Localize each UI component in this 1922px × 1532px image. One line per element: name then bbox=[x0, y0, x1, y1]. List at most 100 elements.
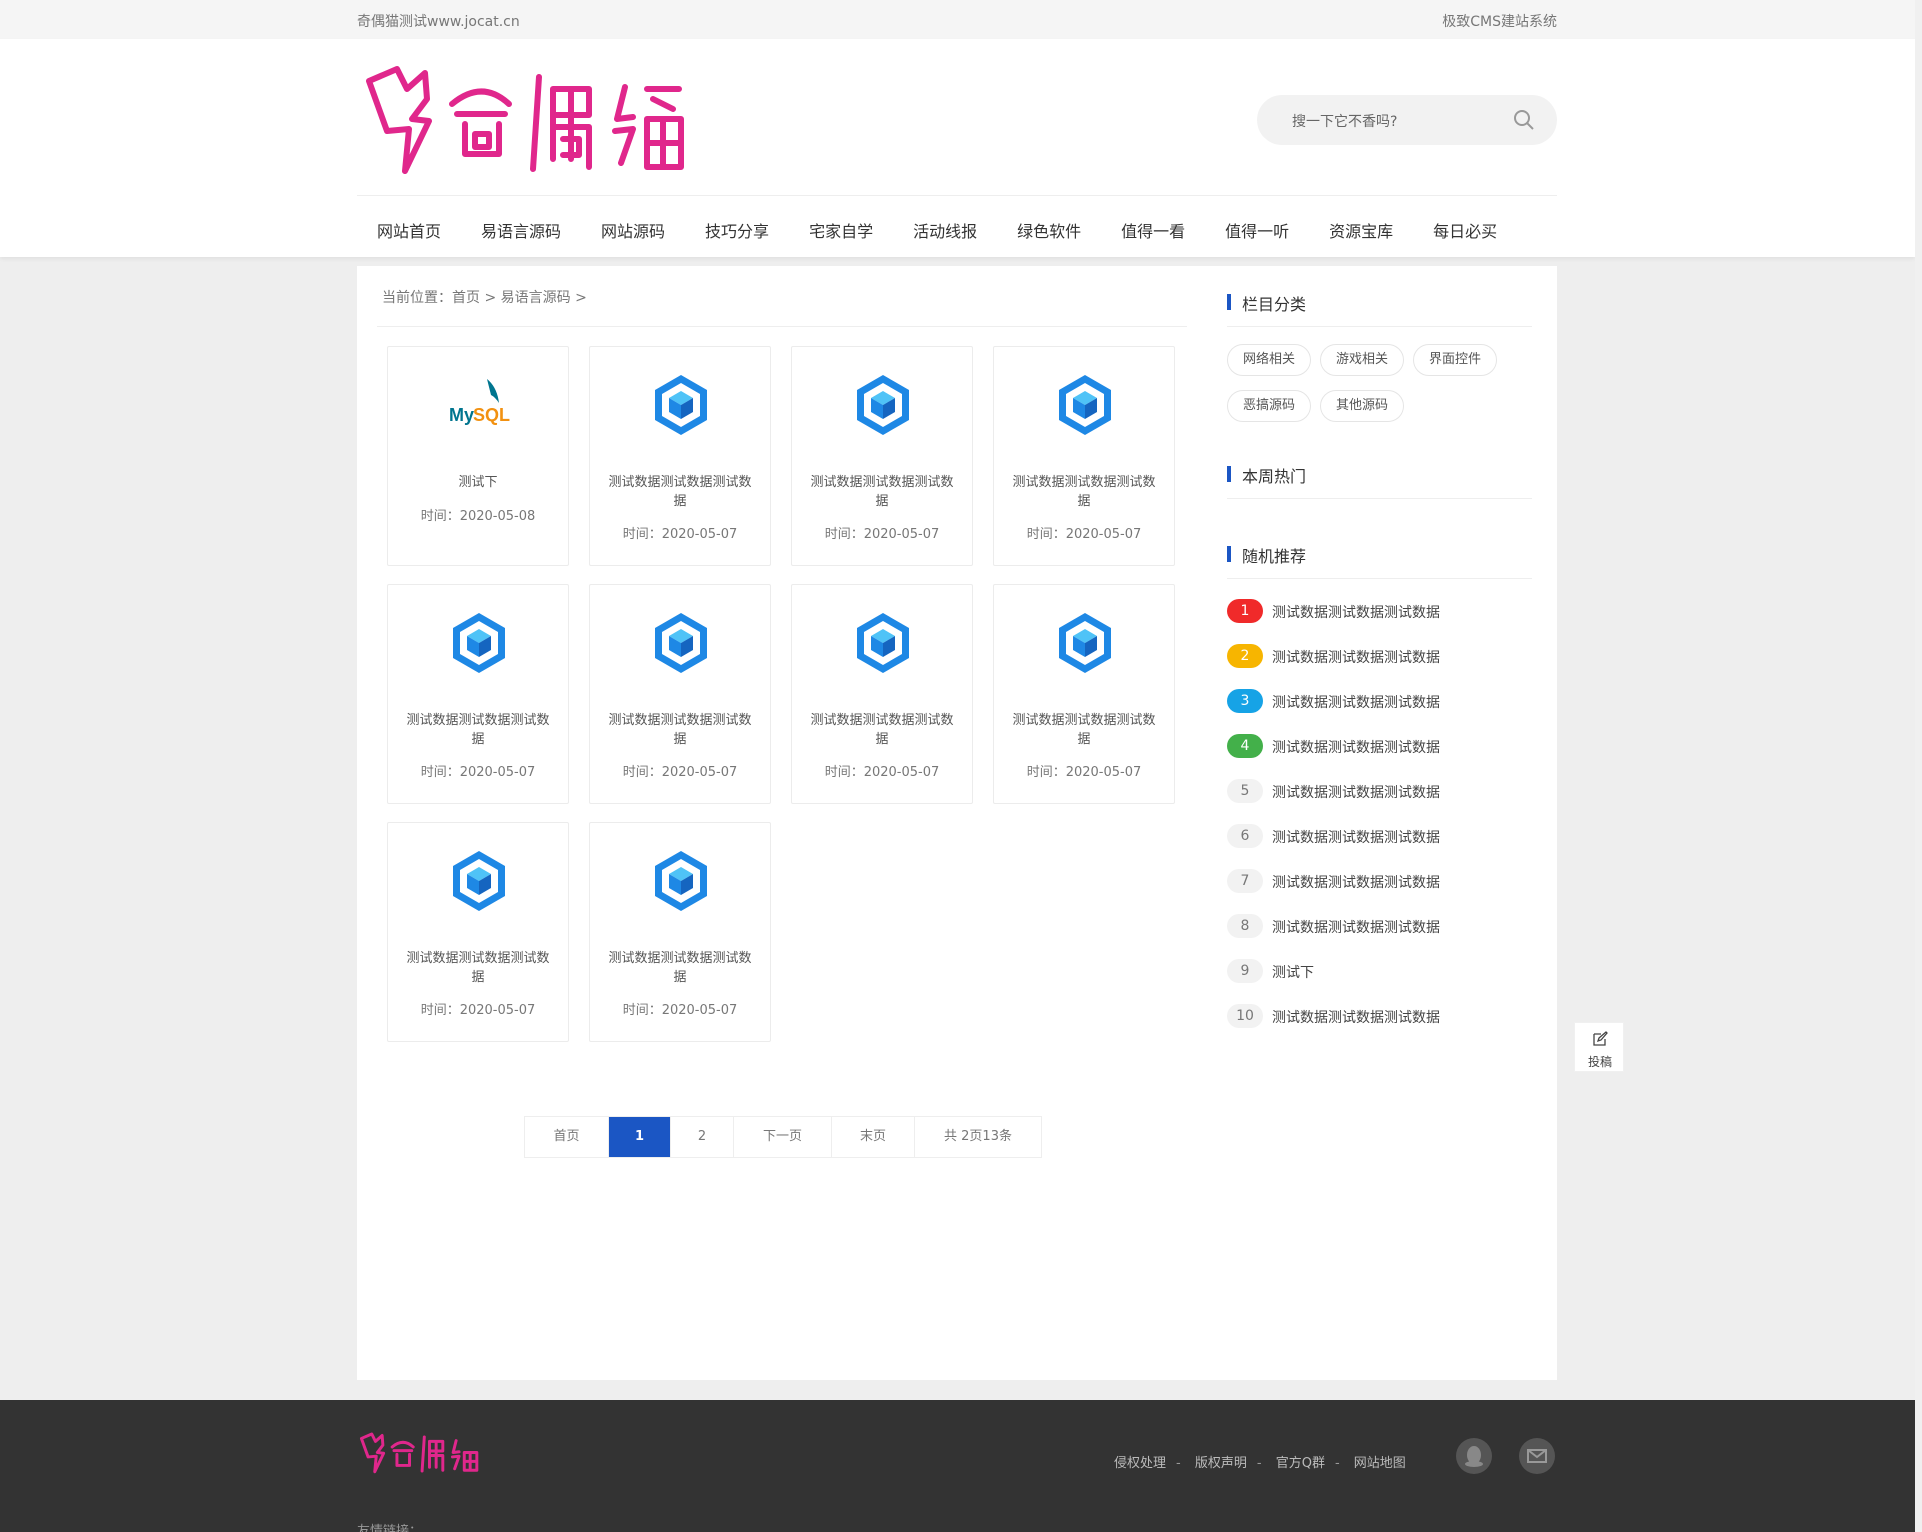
list-item-title[interactable]: 测试数据测试数据测试数据 bbox=[1272, 827, 1440, 847]
tag-prank[interactable]: 恶搞源码 bbox=[1227, 390, 1312, 422]
site-logo[interactable] bbox=[357, 59, 722, 179]
search-box[interactable]: 搜一下它不香吗? bbox=[1257, 95, 1557, 145]
list-item[interactable]: 2 测试数据测试数据测试数据 bbox=[1227, 644, 1532, 674]
nav-item-tips[interactable]: 技巧分享 bbox=[685, 196, 789, 258]
rank-badge: 4 bbox=[1227, 734, 1263, 758]
article-title[interactable]: 测试数据测试数据测试数据 bbox=[1009, 711, 1159, 749]
article-card[interactable]: My SQL 测试下 时间：2020-05-08 bbox=[387, 346, 569, 566]
list-item[interactable]: 9 测试下 bbox=[1227, 959, 1532, 989]
divider bbox=[1227, 326, 1532, 327]
submit-post-label: 投稿 bbox=[1587, 1055, 1612, 1069]
nav-item-home[interactable]: 网站首页 bbox=[357, 196, 461, 258]
article-card[interactable]: 测试数据测试数据测试数据时间：2020-05-07 bbox=[387, 584, 569, 804]
list-item[interactable]: 1 测试数据测试数据测试数据 bbox=[1227, 599, 1532, 629]
article-date: 时间：2020-05-07 bbox=[420, 765, 536, 780]
pager-last[interactable]: 末页 bbox=[832, 1117, 915, 1157]
nav-item-deals[interactable]: 活动线报 bbox=[893, 196, 997, 258]
nav-item-resources[interactable]: 资源宝库 bbox=[1309, 196, 1413, 258]
article-title[interactable]: 测试数据测试数据测试数据 bbox=[403, 949, 553, 987]
mysql-logo: MySQL bbox=[449, 379, 510, 425]
article-card[interactable]: 测试数据测试数据测试数据时间：2020-05-07 bbox=[993, 346, 1175, 566]
list-item-title[interactable]: 测试数据测试数据测试数据 bbox=[1272, 692, 1440, 712]
footer: 侵权处理 - 版权声明 - 官方Q群 - 网站地图 友情链接： bbox=[0, 1400, 1915, 1532]
footer-link-infringement[interactable]: 侵权处理 bbox=[1114, 1456, 1166, 1471]
list-item-title[interactable]: 测试数据测试数据测试数据 bbox=[1272, 872, 1440, 892]
rank-badge: 2 bbox=[1227, 644, 1263, 668]
list-item[interactable]: 6 测试数据测试数据测试数据 bbox=[1227, 824, 1532, 854]
nav-item-green-software[interactable]: 绿色软件 bbox=[997, 196, 1101, 258]
rank-badge: 3 bbox=[1227, 689, 1263, 713]
list-item-title[interactable]: 测试数据测试数据测试数据 bbox=[1272, 602, 1440, 622]
article-title[interactable]: 测试数据测试数据测试数据 bbox=[605, 473, 755, 511]
page-scrollbar[interactable] bbox=[1915, 0, 1922, 1532]
list-item[interactable]: 10 测试数据测试数据测试数据 bbox=[1227, 1004, 1532, 1034]
footer-link-sitemap[interactable]: 网站地图 bbox=[1354, 1456, 1406, 1471]
cms-link[interactable]: 极致CMS建站系统 bbox=[1442, 11, 1557, 31]
list-item-title[interactable]: 测试数据测试数据测试数据 bbox=[1272, 737, 1440, 757]
edit-icon bbox=[1593, 1031, 1608, 1046]
article-card[interactable]: 测试数据测试数据测试数据 时间：2020-05-07 bbox=[589, 822, 771, 1042]
list-item[interactable]: 4 测试数据测试数据测试数据 bbox=[1227, 734, 1532, 764]
tag-network[interactable]: 网络相关 bbox=[1227, 344, 1312, 376]
separator: - bbox=[1176, 1456, 1181, 1471]
rank-badge: 7 bbox=[1227, 869, 1263, 893]
list-item-title[interactable]: 测试数据测试数据测试数据 bbox=[1272, 782, 1440, 802]
article-card[interactable]: 测试数据测试数据测试数据 时间：2020-05-07 bbox=[589, 584, 771, 804]
list-item[interactable]: 8 测试数据测试数据测试数据 bbox=[1227, 914, 1532, 944]
list-item[interactable]: 3 测试数据测试数据测试数据 bbox=[1227, 689, 1532, 719]
pager-first[interactable]: 首页 bbox=[525, 1117, 609, 1157]
tag-games[interactable]: 游戏相关 bbox=[1320, 344, 1405, 376]
nav-item-daily-buy[interactable]: 每日必买 bbox=[1413, 196, 1517, 258]
list-item-title[interactable]: 测试数据测试数据测试数据 bbox=[1272, 917, 1440, 937]
article-title[interactable]: 测试数据测试数据测试数据 bbox=[403, 711, 553, 749]
sidebar-hot-title: 本周热门 bbox=[1227, 463, 1532, 493]
article-title[interactable]: 测试数据测试数据测试数据 bbox=[605, 949, 755, 987]
pager-page-2[interactable]: 2 bbox=[671, 1117, 734, 1157]
nav-item-watch[interactable]: 值得一看 bbox=[1101, 196, 1205, 258]
article-card[interactable]: 测试数据测试数据测试数据时间：2020-05-07 bbox=[791, 346, 973, 566]
nav-item-home-study[interactable]: 宅家自学 bbox=[789, 196, 893, 258]
article-date: 时间：2020-05-07 bbox=[1026, 527, 1142, 542]
article-title[interactable]: 测试数据测试数据测试数据 bbox=[1009, 473, 1159, 511]
divider bbox=[1227, 498, 1532, 499]
footer-link-qq-group[interactable]: 官方Q群 bbox=[1276, 1456, 1325, 1471]
article-card[interactable]: 测试数据测试数据测试数据 时间：2020-05-07 bbox=[589, 346, 771, 566]
footer-link-copyright[interactable]: 版权声明 bbox=[1195, 1456, 1247, 1471]
svg-text:SQL: SQL bbox=[473, 405, 510, 425]
cube-icon bbox=[1059, 613, 1111, 673]
nav-item-listen[interactable]: 值得一听 bbox=[1205, 196, 1309, 258]
list-item[interactable]: 5 测试数据测试数据测试数据 bbox=[1227, 779, 1532, 809]
submit-post-button[interactable]: 投稿 bbox=[1574, 1022, 1624, 1072]
search-icon[interactable] bbox=[1513, 109, 1535, 131]
list-item[interactable]: 7 测试数据测试数据测试数据 bbox=[1227, 869, 1532, 899]
rank-badge: 5 bbox=[1227, 779, 1263, 803]
tag-ui-controls[interactable]: 界面控件 bbox=[1413, 344, 1498, 376]
article-title[interactable]: 测试数据测试数据测试数据 bbox=[807, 711, 957, 749]
svg-text:My: My bbox=[449, 405, 474, 425]
article-card[interactable]: 测试数据测试数据测试数据 时间：2020-05-07 bbox=[791, 584, 973, 804]
list-item-title[interactable]: 测试数据测试数据测试数据 bbox=[1272, 1007, 1440, 1027]
separator: - bbox=[1256, 1456, 1262, 1471]
cube-icon bbox=[655, 851, 707, 911]
article-title[interactable]: 测试数据测试数据测试数据 bbox=[605, 711, 755, 749]
list-item-title[interactable]: 测试下 bbox=[1272, 962, 1314, 982]
qq-icon[interactable] bbox=[1456, 1438, 1492, 1474]
nav-item-e-lang-source[interactable]: 易语言源码 bbox=[461, 196, 581, 258]
pager-next[interactable]: 下一页 bbox=[734, 1117, 832, 1157]
article-title[interactable]: 测试下 bbox=[403, 473, 553, 492]
mail-icon[interactable] bbox=[1519, 1438, 1555, 1474]
list-item-title[interactable]: 测试数据测试数据测试数据 bbox=[1272, 647, 1440, 667]
search-input[interactable]: 搜一下它不香吗? bbox=[1292, 111, 1397, 131]
pager-page-1[interactable]: 1 bbox=[609, 1117, 671, 1157]
nav-item-web-source[interactable]: 网站源码 bbox=[581, 196, 685, 258]
article-title[interactable]: 测试数据测试数据测试数据 bbox=[807, 473, 957, 511]
footer-logo[interactable] bbox=[357, 1430, 492, 1475]
cube-icon bbox=[453, 851, 505, 911]
article-date: 时间：2020-05-07 bbox=[824, 527, 940, 542]
article-card[interactable]: 测试数据测试数据测试数据 时间：2020-05-07 bbox=[993, 584, 1175, 804]
rank-badge: 10 bbox=[1227, 1004, 1263, 1028]
article-card[interactable]: 测试数据测试数据测试数据 时间：2020-05-07 bbox=[387, 822, 569, 1042]
header: 搜一下它不香吗? 网站首页 易语言源码 网站源码 技巧分享 宅家自学 活动线报 … bbox=[0, 39, 1915, 257]
tag-other[interactable]: 其他源码 bbox=[1320, 390, 1405, 422]
breadcrumb: 当前位置：首页 > 易语言源码 > bbox=[382, 290, 587, 306]
